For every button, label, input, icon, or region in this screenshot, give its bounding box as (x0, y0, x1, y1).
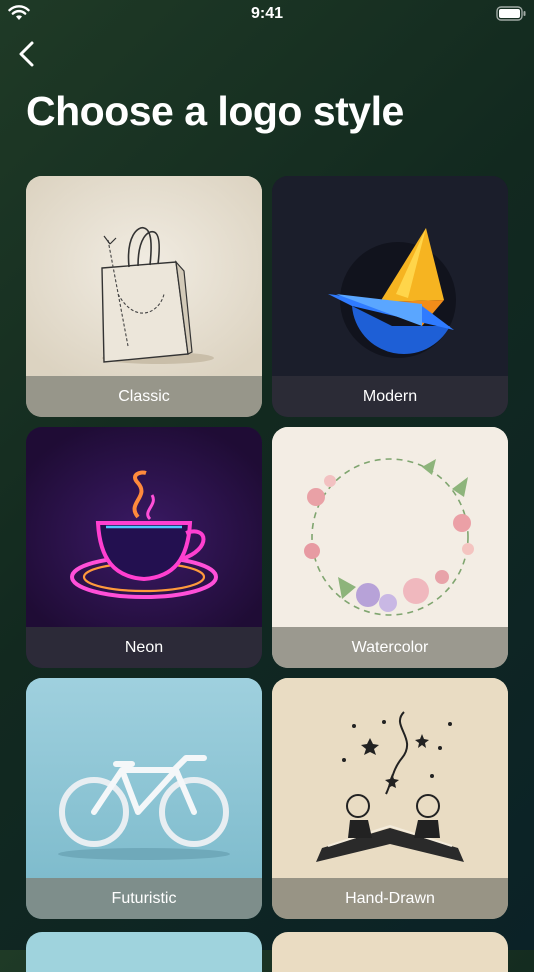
style-label: Classic (26, 376, 262, 417)
watercolor-thumbnail (272, 427, 508, 627)
style-card-peek[interactable] (272, 932, 508, 972)
hand-drawn-thumbnail (272, 678, 508, 878)
style-card-watercolor[interactable]: Watercolor (272, 427, 508, 668)
style-label: Watercolor (272, 627, 508, 668)
status-time: 9:41 (250, 5, 284, 22)
modern-thumbnail (272, 176, 508, 376)
style-card-futuristic[interactable]: Futuristic (26, 678, 262, 919)
neon-thumbnail (26, 427, 262, 627)
style-card-hand-drawn[interactable]: Hand-Drawn (272, 678, 508, 919)
style-card-peek[interactable] (26, 932, 262, 972)
style-label: Hand-Drawn (272, 878, 508, 919)
style-label: Futuristic (26, 878, 262, 919)
chevron-left-icon (19, 41, 34, 67)
style-label: Modern (272, 376, 508, 417)
status-bar: 9:41 (0, 0, 534, 28)
style-card-classic[interactable]: Classic (26, 176, 262, 417)
futuristic-thumbnail (26, 678, 262, 878)
battery-icon (496, 6, 526, 26)
style-card-modern[interactable]: Modern (272, 176, 508, 417)
page-title: Choose a logo style (26, 88, 404, 134)
style-label: Neon (26, 627, 262, 668)
style-card-neon[interactable]: Neon (26, 427, 262, 668)
classic-thumbnail (26, 176, 262, 376)
back-button[interactable] (10, 38, 42, 70)
